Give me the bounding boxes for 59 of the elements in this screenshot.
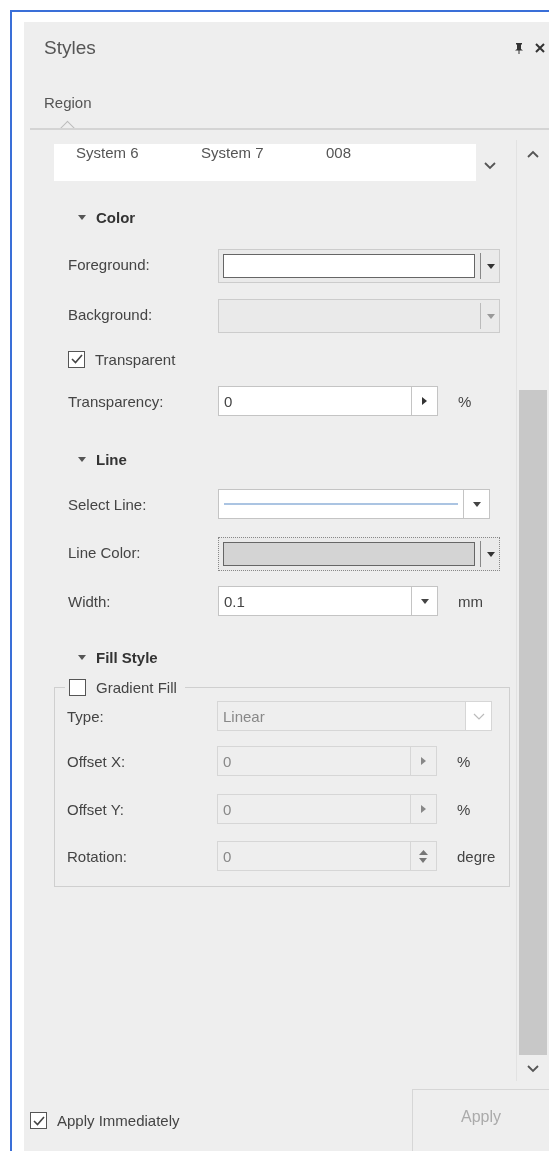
close-icon[interactable] xyxy=(535,43,545,53)
line-sample-icon xyxy=(224,502,458,506)
chevron-down-icon xyxy=(472,712,485,720)
field-label: Rotation: xyxy=(67,847,129,865)
checkbox-label: Transparent xyxy=(95,350,176,368)
field-label: Select Line: xyxy=(68,495,148,513)
spinner-button[interactable] xyxy=(411,841,437,871)
field-label: Transparency: xyxy=(68,392,165,410)
checkbox[interactable] xyxy=(30,1112,47,1129)
section-header[interactable]: Color xyxy=(54,195,142,239)
field-label: Offset Y: xyxy=(67,800,125,818)
field-label: Type: xyxy=(67,707,105,725)
field-label: Background: xyxy=(68,305,154,323)
line-style-field[interactable] xyxy=(218,489,464,519)
collapse-icon xyxy=(78,654,86,660)
dropdown-button[interactable] xyxy=(412,586,438,616)
pin-icon[interactable] xyxy=(515,42,523,54)
chevron-down-icon[interactable] xyxy=(484,162,496,170)
unit-label: mm xyxy=(458,592,483,610)
dropdown-button[interactable] xyxy=(464,489,490,519)
checkbox-label: Apply Immediately xyxy=(57,1112,180,1129)
unit-label: % xyxy=(457,800,471,818)
combo-field[interactable]: 0.1 xyxy=(218,586,412,616)
gallery-item[interactable]: System 7 xyxy=(201,144,326,181)
caret-icon xyxy=(487,551,495,557)
checkbox[interactable] xyxy=(68,350,85,368)
unit-label: % xyxy=(458,392,472,410)
unit-label: degre xyxy=(457,847,496,865)
triangle-right-icon xyxy=(421,757,426,765)
caret-icon xyxy=(472,501,481,507)
scrollbar-thumb[interactable] xyxy=(519,390,547,1055)
collapse-icon xyxy=(78,214,86,220)
gallery-item[interactable]: 008 xyxy=(326,144,352,181)
checkbox-label: Gradient Fill xyxy=(96,679,177,696)
unit-label: % xyxy=(457,752,471,770)
triangle-right-icon xyxy=(422,397,427,405)
step-button[interactable] xyxy=(412,386,438,416)
section-header[interactable]: Line xyxy=(54,437,133,481)
field-label: Offset X: xyxy=(67,752,127,770)
up-arrow-icon xyxy=(419,849,428,855)
scroll-up-icon[interactable] xyxy=(527,150,539,158)
field-label: Width: xyxy=(68,592,112,610)
caret-icon xyxy=(420,598,429,604)
color-picker[interactable] xyxy=(218,537,500,571)
field-label: Foreground: xyxy=(68,255,151,273)
style-gallery[interactable]: System 6 System 7 008 xyxy=(54,144,476,181)
panel-title: Styles xyxy=(44,37,97,59)
collapse-icon xyxy=(78,456,86,462)
checkbox[interactable] xyxy=(69,679,86,696)
down-arrow-icon xyxy=(419,857,427,863)
scroll-down-icon[interactable] xyxy=(527,1065,539,1073)
caret-icon xyxy=(487,313,495,319)
field-label: Line Color: xyxy=(68,543,142,561)
triangle-right-icon xyxy=(421,805,426,813)
gallery-item[interactable]: System 6 xyxy=(76,144,201,181)
section-header[interactable]: Fill Style xyxy=(54,635,164,679)
number-field[interactable]: 0 xyxy=(218,386,412,416)
caret-icon xyxy=(487,263,495,269)
color-picker[interactable] xyxy=(218,249,500,283)
